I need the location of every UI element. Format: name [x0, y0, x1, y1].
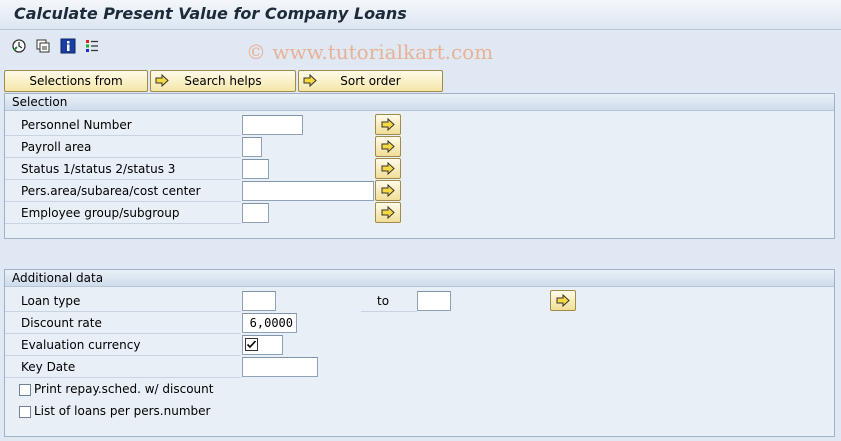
personnel-number-multiple-selection-button[interactable] — [375, 114, 401, 135]
evaluation-currency-label: Evaluation currency — [5, 335, 241, 356]
additional-data-group-title: Additional data — [5, 270, 834, 287]
checkmark-icon — [245, 338, 258, 351]
loan-type-from-input[interactable] — [242, 291, 276, 311]
status-multiple-selection-button[interactable] — [375, 158, 401, 179]
payroll-area-label: Payroll area — [5, 137, 241, 158]
pers-area-multiple-selection-button[interactable] — [375, 180, 401, 201]
loan-type-to-input[interactable] — [417, 291, 451, 311]
loan-type-to-label: to — [361, 291, 417, 312]
employee-group-input[interactable] — [242, 203, 269, 223]
watermark: © www.tutorialkart.com — [246, 40, 494, 64]
get-variant-icon[interactable] — [35, 38, 51, 54]
personnel-number-label: Personnel Number — [5, 115, 241, 136]
arrow-right-icon — [155, 74, 169, 87]
selection-options-icon[interactable] — [84, 38, 100, 54]
loan-type-multiple-selection-button[interactable] — [550, 290, 576, 311]
page-title: Calculate Present Value for Company Loan… — [14, 4, 407, 23]
loan-type-label: Loan type — [5, 291, 241, 312]
key-date-label: Key Date — [5, 357, 241, 378]
pers-area-label: Pers.area/subarea/cost center — [5, 181, 241, 202]
sort-order-label: Sort order — [340, 74, 401, 88]
additional-data-group: Additional data Loan type to Discount ra… — [4, 269, 835, 437]
status-label: Status 1/status 2/status 3 — [5, 159, 241, 180]
discount-rate-label: Discount rate — [5, 313, 241, 334]
key-date-input[interactable] — [242, 357, 318, 377]
print-repay-checkbox[interactable] — [19, 384, 31, 396]
sort-order-button[interactable]: Sort order — [298, 70, 443, 92]
status-input[interactable] — [242, 159, 269, 179]
search-helps-button[interactable]: Search helps — [150, 70, 296, 92]
payroll-area-multiple-selection-button[interactable] — [375, 136, 401, 157]
selections-from-button[interactable]: Selections from — [4, 70, 148, 92]
execute-icon[interactable] — [11, 38, 27, 54]
selection-group: Selection Personnel Number Payroll area … — [4, 93, 835, 239]
selection-group-title: Selection — [5, 94, 834, 111]
payroll-area-input[interactable] — [242, 137, 262, 157]
print-repay-label: Print repay.sched. w/ discount — [34, 382, 214, 396]
title-bar: Calculate Present Value for Company Loan… — [0, 0, 841, 30]
selections-from-label: Selections from — [29, 74, 123, 88]
search-helps-label: Search helps — [184, 74, 262, 88]
list-loans-label: List of loans per pers.number — [34, 404, 211, 418]
evaluation-currency-field[interactable] — [242, 335, 283, 355]
discount-rate-input[interactable]: 6,0000 — [242, 313, 297, 333]
arrow-right-icon — [303, 74, 317, 87]
list-loans-checkbox[interactable] — [19, 406, 31, 418]
employee-group-multiple-selection-button[interactable] — [375, 202, 401, 223]
pers-area-input[interactable] — [242, 181, 374, 201]
program-info-icon[interactable] — [60, 38, 76, 54]
employee-group-label: Employee group/subgroup — [5, 203, 241, 224]
personnel-number-input[interactable] — [242, 115, 303, 135]
